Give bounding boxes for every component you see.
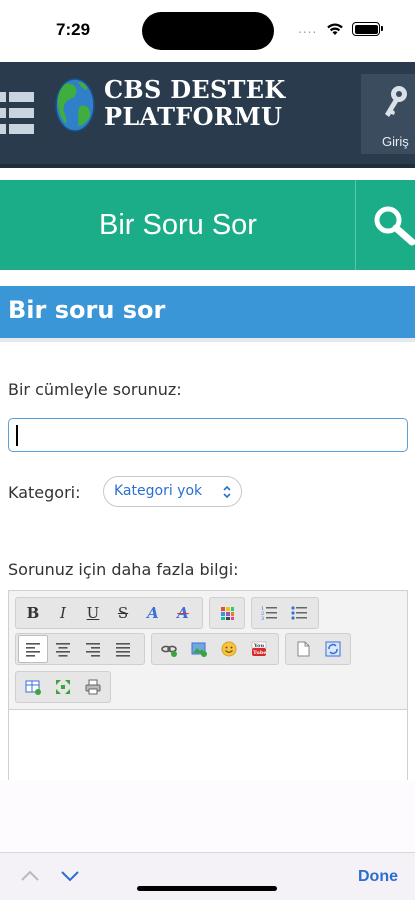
font-color-icon[interactable]: A — [138, 599, 168, 627]
chevron-updown-icon — [223, 485, 231, 499]
utility-group — [15, 671, 111, 703]
document-group — [285, 633, 351, 665]
page-background — [0, 780, 415, 852]
print-icon[interactable] — [78, 673, 108, 701]
brand-line-2: PLATFORMU — [104, 102, 283, 131]
ordered-list-icon[interactable]: 123 — [254, 599, 284, 627]
ask-question-button[interactable]: Bir Soru Sor — [0, 180, 356, 270]
login-button[interactable]: Giriş — [361, 74, 415, 154]
brand-title[interactable]: CBS DESTEK PLATFORMU — [104, 76, 286, 130]
section-header: Bir soru sor — [0, 286, 415, 338]
category-select[interactable]: Kategori yok — [103, 476, 242, 507]
site-header: CBS DESTEK PLATFORMU Giriş — [0, 62, 415, 168]
color-palette-icon[interactable] — [212, 599, 242, 627]
align-center-icon[interactable] — [48, 635, 78, 663]
text-caret — [16, 425, 18, 446]
question-label: Bir cümleyle sorunuz: — [8, 380, 182, 399]
strikethrough-icon[interactable]: S — [108, 599, 138, 627]
category-label: Kategori: — [8, 483, 81, 502]
insert-group: You Tube — [151, 633, 279, 665]
insert-table-icon[interactable] — [18, 673, 48, 701]
fullscreen-icon[interactable] — [48, 673, 78, 701]
login-label: Giriş — [382, 134, 409, 149]
editor-content-area[interactable] — [9, 709, 407, 781]
ask-question-bar: Bir Soru Sor — [0, 180, 415, 270]
key-icon — [385, 86, 407, 117]
battery-tip — [381, 26, 383, 31]
status-bar: 7:29 .... — [0, 0, 415, 62]
link-icon[interactable] — [154, 635, 184, 663]
more-info-label: Sorunuz için daha fazla bilgi: — [8, 560, 239, 579]
svg-text:3: 3 — [261, 616, 264, 622]
align-left-icon[interactable] — [18, 635, 48, 663]
youtube-icon[interactable]: You Tube — [244, 635, 274, 663]
svg-text:Tube: Tube — [253, 650, 267, 656]
unordered-list-icon[interactable] — [284, 599, 314, 627]
done-button[interactable]: Done — [358, 868, 398, 886]
next-field-chevron-down-icon[interactable] — [60, 869, 80, 883]
keyboard-accessory-bar: Done — [0, 852, 415, 900]
text-format-group: B I U S A A — [15, 597, 203, 629]
home-indicator[interactable] — [137, 886, 277, 891]
image-icon[interactable] — [184, 635, 214, 663]
question-input[interactable] — [8, 418, 408, 452]
italic-icon[interactable]: I — [48, 599, 78, 627]
section-divider — [0, 338, 415, 342]
underline-icon[interactable]: U — [78, 599, 108, 627]
brand-line-1: CBS DESTEK — [104, 75, 286, 104]
hamburger-menu-icon[interactable] — [0, 92, 34, 134]
battery-icon — [352, 22, 380, 36]
rich-text-editor: B I U S A A 123 You Tube — [8, 590, 408, 781]
dynamic-island — [142, 12, 274, 50]
status-time: 7:29 — [56, 20, 91, 39]
category-select-value: Kategori yok — [114, 483, 203, 499]
globe-logo-icon — [55, 78, 95, 132]
cellular-signal-icon: .... — [298, 22, 318, 36]
align-right-icon[interactable] — [78, 635, 108, 663]
document-icon[interactable] — [288, 635, 318, 663]
list-group: 123 — [251, 597, 319, 629]
remove-format-icon[interactable]: A — [168, 599, 198, 627]
bold-icon[interactable]: B — [18, 599, 48, 627]
divider — [355, 180, 356, 270]
color-group — [209, 597, 245, 629]
align-group — [15, 633, 145, 665]
previous-field-chevron-up-icon[interactable] — [20, 869, 40, 883]
refresh-icon[interactable] — [318, 635, 348, 663]
align-justify-icon[interactable] — [108, 635, 138, 663]
emoji-icon[interactable] — [214, 635, 244, 663]
page-title: Bir soru sor — [8, 296, 166, 324]
search-icon[interactable] — [372, 204, 415, 248]
wifi-icon — [327, 23, 343, 35]
